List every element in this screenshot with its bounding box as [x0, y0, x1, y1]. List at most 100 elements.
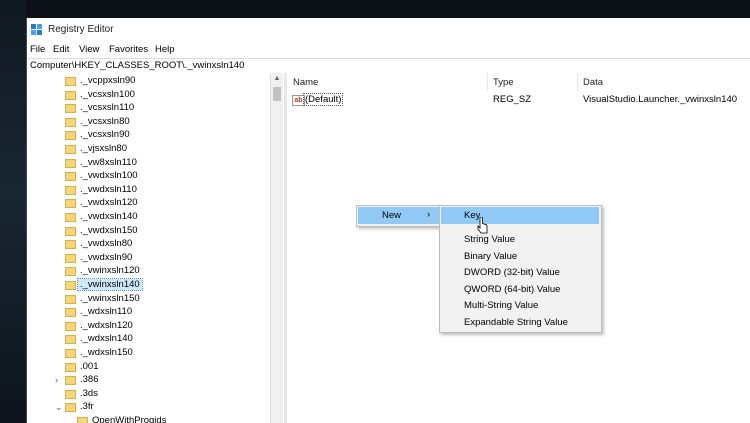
address-bar[interactable]: Computer\HKEY_CLASSES_ROOT\._vwinxsln140: [27, 58, 750, 74]
tree-item[interactable]: ._vcsxsln90: [27, 129, 284, 142]
folder-icon: [65, 389, 76, 399]
folder-icon: [65, 213, 76, 222]
tree-item[interactable]: ._wdxsln150: [27, 347, 284, 360]
tree-item[interactable]: ._wdxsln110: [27, 306, 284, 319]
value-name[interactable]: (Default): [302, 93, 344, 106]
tree-item-label: ._wdxsln120: [80, 319, 133, 331]
folder-icon: [65, 117, 76, 127]
folder-icon: [65, 104, 76, 114]
tree-item[interactable]: ._wdxsln120: [27, 320, 284, 333]
tree-item[interactable]: ._vwdxsln120: [27, 197, 284, 210]
tree-item-label: ._vw8xsln110: [80, 156, 137, 168]
value-data: VisualStudio.Launcher._vwinxsln140: [583, 94, 738, 105]
tree-item[interactable]: › .386: [27, 374, 284, 387]
scroll-up-arrow-icon[interactable]: ▲: [271, 73, 283, 85]
folder-icon: [65, 145, 76, 154]
tree-item[interactable]: ._vwdxsln100: [27, 170, 284, 183]
key-tree[interactable]: ._vcppxsln90 ._vcsxsln100 ._vcsxsln110 ._vc…: [27, 73, 284, 423]
folder-icon: [65, 199, 76, 209]
submenu-item-qword-value[interactable]: QWORD (64-bit) Value: [464, 284, 560, 295]
tree-item[interactable]: ._vwdxsln90: [27, 252, 284, 265]
column-header-name[interactable]: Name: [287, 73, 488, 91]
folder-icon: [65, 321, 76, 331]
value-row[interactable]: ab (Default) REG_SZ VisualStudio.Launche…: [287, 93, 750, 107]
desktop-background: [0, 0, 26, 423]
tree-item[interactable]: ._vwdxsln150: [27, 225, 284, 238]
submenu-item-multi-string-value[interactable]: Multi-String Value: [464, 300, 538, 311]
tree-item-label: ._vcsxsln110: [80, 102, 135, 114]
menu-favorites[interactable]: Favorites: [109, 44, 148, 55]
tree-item-label: ._vwdxsln120: [80, 197, 138, 209]
tree-expander-icon[interactable]: ›: [55, 375, 58, 385]
window-title: Registry Editor: [48, 24, 114, 35]
address-path[interactable]: Computer\HKEY_CLASSES_ROOT\._vwinxsln140: [30, 60, 244, 71]
context-menu: New ›: [356, 205, 442, 227]
menu-edit[interactable]: Edit: [53, 44, 69, 55]
column-header-data[interactable]: Data: [577, 73, 750, 91]
folder-icon: [65, 362, 76, 372]
submenu-item-string-value[interactable]: String Value: [464, 234, 515, 245]
tree-scrollbar[interactable]: ▲: [270, 73, 283, 423]
tree-item[interactable]: .3ds: [27, 388, 284, 401]
menu-bar: File Edit View Favorites Help: [27, 42, 750, 58]
tree-item-label: ._vcppxsln90: [80, 75, 136, 86]
tree-item-label: ._vcsxsln100: [80, 88, 135, 100]
folder-icon: [65, 335, 76, 345]
tree-item-label: ._vwdxsln80: [80, 238, 133, 250]
desktop-background-top: [0, 0, 750, 18]
tree-item[interactable]: ._vcppxsln90: [27, 75, 284, 88]
folder-icon: [77, 417, 88, 423]
tree-item-label: ._vwinxsln120: [80, 265, 140, 277]
folder-icon: [65, 77, 76, 86]
tree-item-label: ._vwdxsln140: [80, 211, 138, 222]
tree-item-label: ._vwinxsln150: [80, 292, 140, 304]
folder-icon: [65, 226, 76, 236]
tree-item[interactable]: ._vwdxsln80: [27, 238, 284, 251]
tree-item[interactable]: ._vcsxsln80: [27, 116, 284, 129]
tree-expander-icon[interactable]: ⌄: [55, 402, 63, 413]
tree-item[interactable]: ._vwdxsln110: [27, 184, 284, 197]
tree-item-label: .3ds: [80, 387, 98, 399]
tree-item[interactable]: ._vwinxsln150: [27, 293, 284, 306]
submenu-item-expandable-string-value[interactable]: Expandable String Value: [464, 317, 568, 328]
tree-item[interactable]: ._vw8xsln110: [27, 157, 284, 170]
tree-item-label: ._wdxsln140: [80, 333, 133, 345]
tree-item-label: ._vwdxsln100: [80, 170, 138, 182]
tree-item-label: ._vcsxsln90: [80, 129, 130, 141]
tree-item[interactable]: ._vwdxsln140: [27, 211, 284, 224]
tree-item-label: ._wdxsln150: [80, 347, 133, 358]
submenu-item-binary-value[interactable]: Binary Value: [464, 251, 517, 262]
scroll-thumb[interactable]: [273, 87, 281, 101]
menu-file[interactable]: File: [30, 44, 45, 55]
title-bar[interactable]: Registry Editor: [27, 18, 750, 42]
folder-icon: [65, 90, 76, 100]
tree-item-label: ._vwdxsln150: [80, 224, 138, 236]
folder-icon: [65, 158, 76, 168]
new-submenu: Key String Value Binary Value DWORD (32-…: [439, 205, 602, 333]
menu-help[interactable]: Help: [155, 44, 175, 55]
folder-icon: [65, 308, 76, 318]
tree-item[interactable]: OpenWithProgids: [27, 415, 284, 423]
tree-item-label: ._vwdxsln90: [80, 251, 133, 263]
context-menu-new[interactable]: New: [382, 210, 401, 221]
tree-item-label: ._wdxsln110: [80, 306, 133, 318]
tree-item[interactable]: ._vwinxsln120: [27, 265, 284, 278]
tree-item-label: ._vwdxsln110: [80, 183, 137, 195]
tree-item[interactable]: ._vcsxsln100: [27, 89, 284, 102]
tree-item[interactable]: ._wdxsln140: [27, 333, 284, 346]
tree-item[interactable]: ._vwinxsln140: [27, 278, 284, 292]
tree-item[interactable]: ._vcsxsln110: [27, 102, 284, 115]
tree-item-label: .386: [80, 374, 99, 386]
column-header-type[interactable]: Type: [487, 73, 578, 91]
tree-item[interactable]: .001: [27, 361, 284, 374]
submenu-item-dword-value[interactable]: DWORD (32-bit) Value: [464, 267, 560, 278]
folder-icon: [65, 294, 76, 304]
tree-item-label: .001: [80, 360, 99, 372]
mouse-pointer-icon: [477, 217, 488, 234]
tree-item[interactable]: ⌄ .3fr: [27, 401, 284, 414]
folder-icon: [65, 172, 76, 182]
folder-icon: [65, 131, 76, 141]
menu-view[interactable]: View: [79, 44, 99, 55]
tree-item[interactable]: ._vjsxsln80: [27, 143, 284, 156]
tree-item-label: .3fr: [80, 401, 94, 413]
